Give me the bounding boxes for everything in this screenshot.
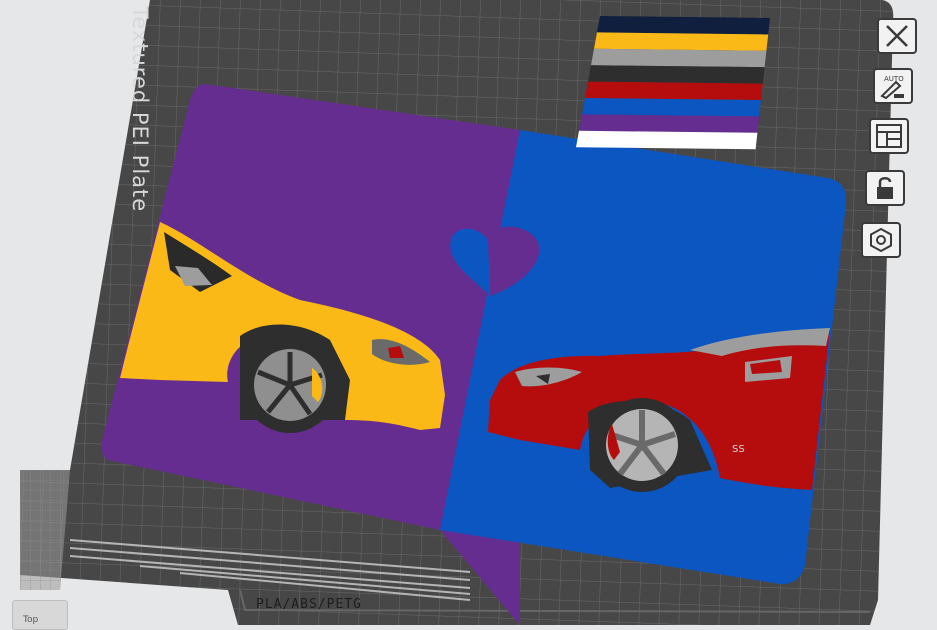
swatch-band [576,130,758,150]
filament-type-label: PLA/ABS/PETG [256,597,362,612]
view-cube[interactable]: Top [12,600,68,630]
auto-orient-button[interactable]: AUTO [873,68,913,104]
auto-orient-icon: AUTO [880,75,904,100]
swatch-band [597,16,770,35]
color-swatch-stack[interactable] [576,16,770,150]
lock-button[interactable] [865,170,905,206]
unlock-icon [877,177,893,199]
plate-type-label: Textured PEI Plate [128,6,152,213]
layout-icon [876,124,902,148]
swatch-band [585,81,763,100]
svg-text:AUTO: AUTO [884,75,904,83]
arrange-button[interactable] [869,118,909,154]
swatch-band [582,98,761,117]
nut-icon [870,227,892,253]
swatch-band [588,65,765,84]
swatch-band [579,114,760,133]
plate-settings-button[interactable] [861,222,901,258]
swatch-band [591,48,767,68]
close-view-button[interactable] [877,18,917,54]
swatch-band [594,32,769,51]
close-icon [886,25,908,47]
car-badge: SS [732,444,745,455]
